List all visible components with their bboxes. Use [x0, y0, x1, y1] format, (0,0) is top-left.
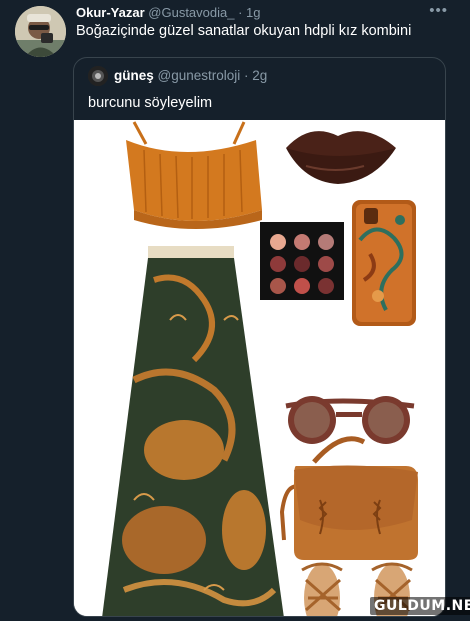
quoted-tweet-text: burcunu söyleyelim: [88, 95, 213, 111]
tweet-text: Boğaziçinde güzel sanatlar okuyan hdpli …: [76, 23, 412, 39]
watermark: GULDUM.NET: [370, 597, 470, 615]
quoted-tweet-time: 2g: [252, 68, 268, 83]
quoted-tweet-card[interactable]: güneş @gunestroloji · 2g burcunu söyleye…: [73, 57, 446, 617]
quoted-meta-separator: ·: [240, 68, 253, 83]
eyeshadow-palette-image: [260, 222, 344, 300]
author-avatar[interactable]: [15, 6, 66, 57]
outfit-collage-image[interactable]: [74, 120, 445, 616]
tweet-header: Okur-Yazar @Gustavodia_ · 1g: [76, 5, 261, 21]
quoted-author-avatar: [88, 66, 108, 86]
author-name[interactable]: Okur-Yazar: [76, 5, 145, 20]
quoted-author-name: güneş: [114, 68, 154, 83]
tweet-time[interactable]: 1g: [246, 5, 260, 20]
more-icon[interactable]: •••: [429, 2, 448, 19]
meta-separator: ·: [234, 5, 247, 20]
quoted-tweet-header: güneş @gunestroloji · 2g: [114, 68, 267, 83]
quoted-author-handle: @gunestroloji: [157, 68, 241, 83]
author-handle[interactable]: @Gustavodia_: [148, 5, 234, 20]
phone-case-image: [352, 200, 416, 326]
